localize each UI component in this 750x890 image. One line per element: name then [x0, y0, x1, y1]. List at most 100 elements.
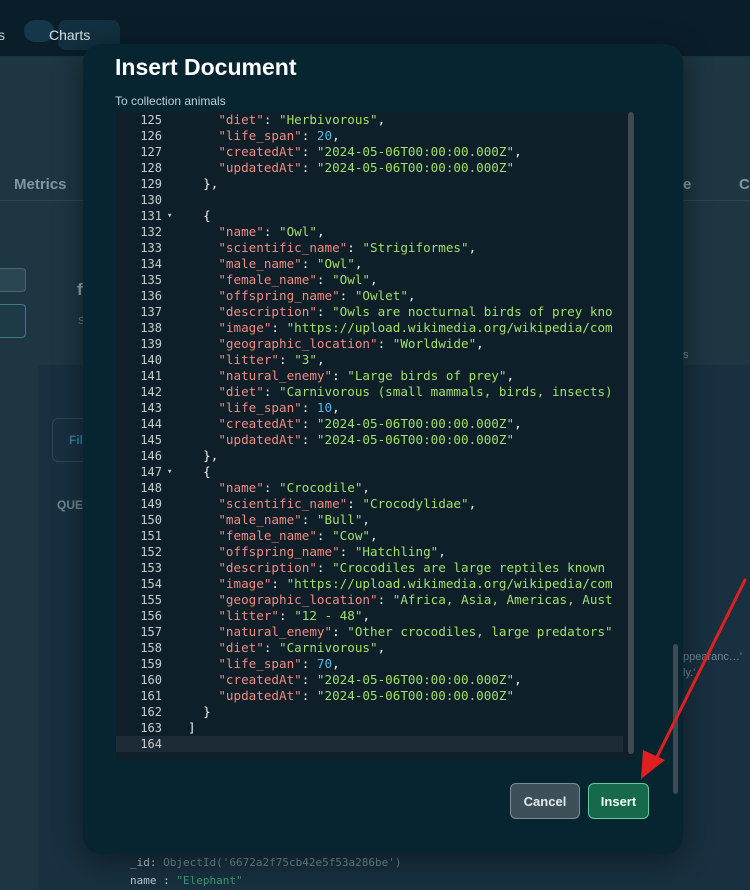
line-number: 147	[140, 465, 162, 479]
code-token-str: "Owls are nocturnal birds of prey kno	[332, 304, 613, 319]
code-token-punc: :	[263, 384, 280, 399]
insert-document-modal: Insert Document To collection animals 12…	[83, 44, 683, 854]
line-number: 154	[140, 577, 162, 591]
code-token-str: "Other crocodiles, large predators"	[347, 624, 613, 639]
editor-scrollbar[interactable]	[623, 112, 636, 760]
code-line[interactable]: 133 "scientific_name": "Strigiformes",	[116, 240, 636, 256]
code-line[interactable]: 145 "updatedAt": "2024-05-06T00:00:00.00…	[116, 432, 636, 448]
code-token-punc: :	[301, 256, 317, 271]
code-line[interactable]: 135 "female_name": "Owl",	[116, 272, 636, 288]
code-line[interactable]: 164	[116, 736, 636, 752]
code-line[interactable]: 134 "male_name": "Owl",	[116, 256, 636, 272]
code-line[interactable]: 143 "life_span": 10,	[116, 400, 636, 416]
code-token-key: "life_span"	[218, 656, 302, 671]
code-line[interactable]: 139 "geographic_location": "Worldwide",	[116, 336, 636, 352]
code-token-punc: ,	[370, 272, 378, 287]
code-line[interactable]: 144 "createdAt": "2024-05-06T00:00:00.00…	[116, 416, 636, 432]
code-token-key: "litter"	[218, 608, 280, 623]
code-line[interactable]: 160 "createdAt": "2024-05-06T00:00:00.00…	[116, 672, 636, 688]
tab-metrics[interactable]: Metrics	[14, 176, 67, 193]
code-text: {	[188, 464, 211, 480]
code-line[interactable]: 146 },	[116, 448, 636, 464]
sidebar-button[interactable]	[0, 268, 26, 292]
code-line[interactable]: 156 "litter": "12 - 48",	[116, 608, 636, 624]
modal-title: Insert Document	[115, 54, 297, 80]
code-line[interactable]: 128 "updatedAt": "2024-05-06T00:00:00.00…	[116, 160, 636, 176]
code-line[interactable]: 153 "description": "Crocodiles are large…	[116, 560, 636, 576]
code-line[interactable]: 157 "natural_enemy": "Other crocodiles, …	[116, 624, 636, 640]
code-line[interactable]: 163]	[116, 720, 636, 736]
code-line[interactable]: 141 "natural_enemy": "Large birds of pre…	[116, 368, 636, 384]
line-number: 150	[140, 513, 162, 527]
nav-item-partial[interactable]: s	[0, 27, 5, 43]
tab-partial[interactable]: e	[683, 176, 691, 193]
fold-chevron-icon[interactable]: ▾	[167, 464, 172, 480]
code-token-str: "https://upload.wikimedia.org/wikipedia/…	[286, 320, 613, 335]
line-number: 132	[140, 225, 162, 239]
sidebar-input[interactable]	[0, 304, 26, 338]
nav-item-charts[interactable]: Charts	[49, 27, 90, 43]
code-text: "male_name": "Bull",	[188, 512, 370, 528]
code-line[interactable]: 162 }	[116, 704, 636, 720]
code-line[interactable]: 147 ▾ {	[116, 464, 636, 480]
tab-partial[interactable]: C	[739, 176, 750, 193]
code-token-punc: :	[279, 608, 295, 623]
code-token-key: "female_name"	[218, 272, 317, 287]
code-line[interactable]: 130	[116, 192, 636, 208]
code-token-key: "geographic_location"	[218, 592, 378, 607]
code-token-num: 70	[316, 656, 333, 671]
insert-button[interactable]: Insert	[588, 783, 649, 819]
cancel-button[interactable]: Cancel	[510, 783, 580, 819]
code-token-punc: ,	[377, 640, 386, 655]
code-line[interactable]: 140 "litter": "3",	[116, 352, 636, 368]
code-line[interactable]: 137 "description": "Owls are nocturnal b…	[116, 304, 636, 320]
code-token-key: "life_span"	[218, 400, 302, 415]
code-line[interactable]: 129 },	[116, 176, 636, 192]
code-text: "male_name": "Owl",	[188, 256, 362, 272]
line-number: 125	[140, 113, 162, 127]
code-text: "offspring_name": "Owlet",	[188, 288, 415, 304]
code-token-str: "3"	[294, 352, 317, 367]
code-line[interactable]: 125 "diet": "Herbivorous",	[116, 112, 636, 128]
line-number: 148	[140, 481, 162, 495]
code-token-punc: :	[316, 304, 333, 319]
code-line[interactable]: 126 "life_span": 20,	[116, 128, 636, 144]
code-line[interactable]: 148 "name": "Crocodile",	[116, 480, 636, 496]
code-line[interactable]: 159 "life_span": 70,	[116, 656, 636, 672]
code-line[interactable]: 150 "male_name": "Bull",	[116, 512, 636, 528]
code-line[interactable]: 131 ▾ {	[116, 208, 636, 224]
code-token-key: "natural_enemy"	[218, 624, 333, 639]
code-line[interactable]: 132 "name": "Owl",	[116, 224, 636, 240]
fold-chevron-icon[interactable]: ▾	[167, 208, 172, 224]
editor-scrollbar-thumb[interactable]	[628, 112, 634, 754]
line-number: 128	[140, 161, 162, 175]
line-number: 153	[140, 561, 162, 575]
code-line[interactable]: 127 "createdAt": "2024-05-06T00:00:00.00…	[116, 144, 636, 160]
code-line[interactable]: 155 "geographic_location": "Africa, Asia…	[116, 592, 636, 608]
code-line[interactable]: 142 "diet": "Carnivorous (small mammals,…	[116, 384, 636, 400]
code-line[interactable]: 161 "updatedAt": "2024-05-06T00:00:00.00…	[116, 688, 636, 704]
modal-scrollbar-thumb[interactable]	[673, 644, 678, 794]
code-token-key: "createdAt"	[218, 672, 302, 687]
code-token-punc: ,	[354, 256, 363, 271]
code-token-punc: :	[347, 496, 363, 511]
code-token-key: "updatedAt"	[218, 432, 302, 447]
code-token-punc: :	[301, 144, 317, 159]
line-number: 141	[140, 369, 162, 383]
doc-preview-text: ppearanc…'	[683, 651, 742, 663]
code-line[interactable]: 151 "female_name": "Cow",	[116, 528, 636, 544]
json-editor[interactable]: 125 "diet": "Herbivorous", 126 "life_span…	[116, 112, 636, 760]
code-line[interactable]: 158 "diet": "Carnivorous",	[116, 640, 636, 656]
doc-field-name: name : "Elephant"	[130, 874, 243, 887]
code-line[interactable]: 138 "image": "https://upload.wikimedia.o…	[116, 320, 636, 336]
code-token-key: "natural_enemy"	[218, 368, 333, 383]
code-line[interactable]: 136 "offspring_name": "Owlet",	[116, 288, 636, 304]
code-line[interactable]: 154 "image": "https://upload.wikimedia.o…	[116, 576, 636, 592]
code-line[interactable]: 152 "offspring_name": "Hatchling",	[116, 544, 636, 560]
code-token-punc: :	[301, 688, 317, 703]
modal-scrollbar[interactable]	[671, 104, 679, 804]
code-token-str: "Owl"	[332, 272, 371, 287]
code-line[interactable]: 149 "scientific_name": "Crocodylidae",	[116, 496, 636, 512]
code-token-str: "2024-05-06T00:00:00.000Z"	[316, 672, 515, 687]
line-number: 126	[140, 129, 162, 143]
